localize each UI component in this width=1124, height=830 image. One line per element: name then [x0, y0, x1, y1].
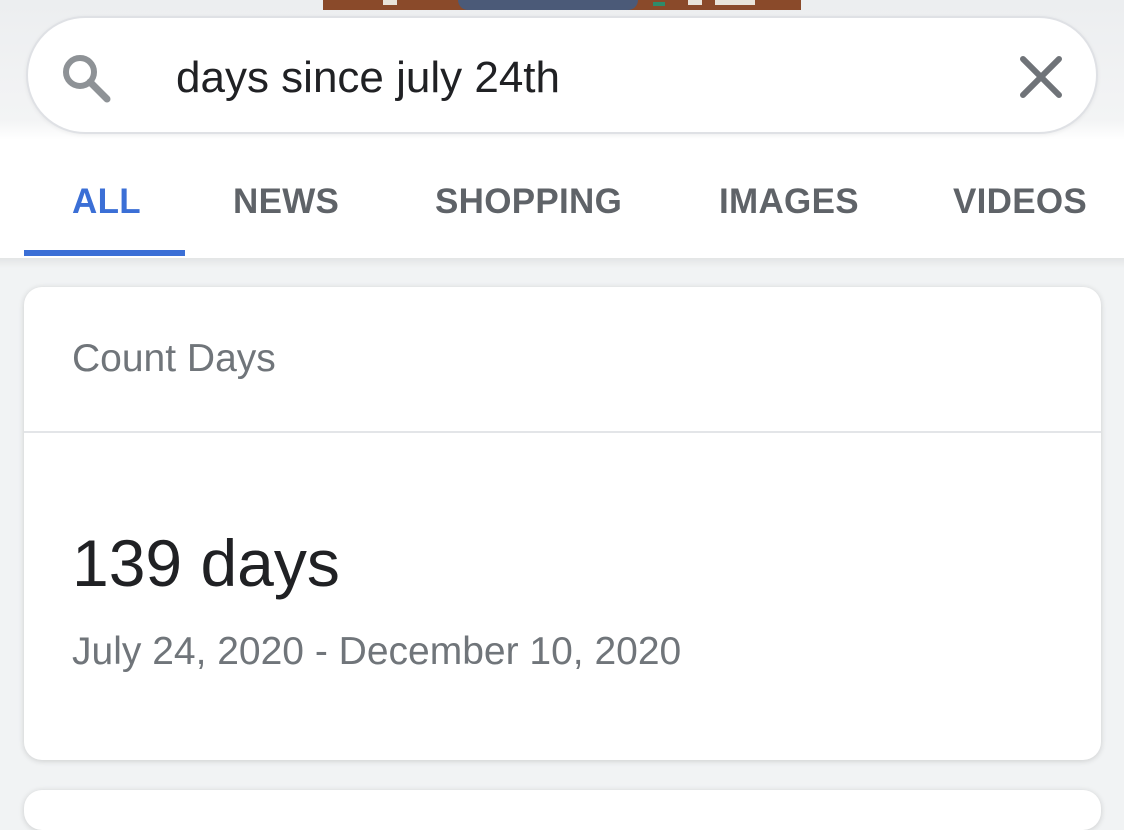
tab-images[interactable]: IMAGES: [719, 182, 859, 222]
search-icon[interactable]: [60, 52, 112, 104]
search-input[interactable]: [176, 50, 956, 106]
close-icon[interactable]: [1017, 53, 1065, 101]
tab-videos[interactable]: VIDEOS: [953, 182, 1087, 222]
count-days-card: Count Days 139 days July 24, 2020 - Dece…: [24, 287, 1101, 760]
date-range: July 24, 2020 - December 10, 2020: [72, 630, 682, 673]
next-result-card: [24, 790, 1101, 830]
tab-shopping[interactable]: SHOPPING: [435, 182, 622, 222]
doodle-image[interactable]: [323, 0, 801, 10]
search-tabs: ALL NEWS SHOPPING IMAGES VIDEOS: [0, 170, 1124, 258]
result-value: 139 days: [72, 526, 340, 600]
card-title: Count Days: [72, 337, 276, 380]
tab-news[interactable]: NEWS: [233, 182, 339, 222]
header-shadow: [0, 258, 1124, 268]
active-tab-indicator: [24, 250, 185, 256]
card-divider: [24, 431, 1101, 433]
tab-all[interactable]: ALL: [72, 182, 141, 222]
